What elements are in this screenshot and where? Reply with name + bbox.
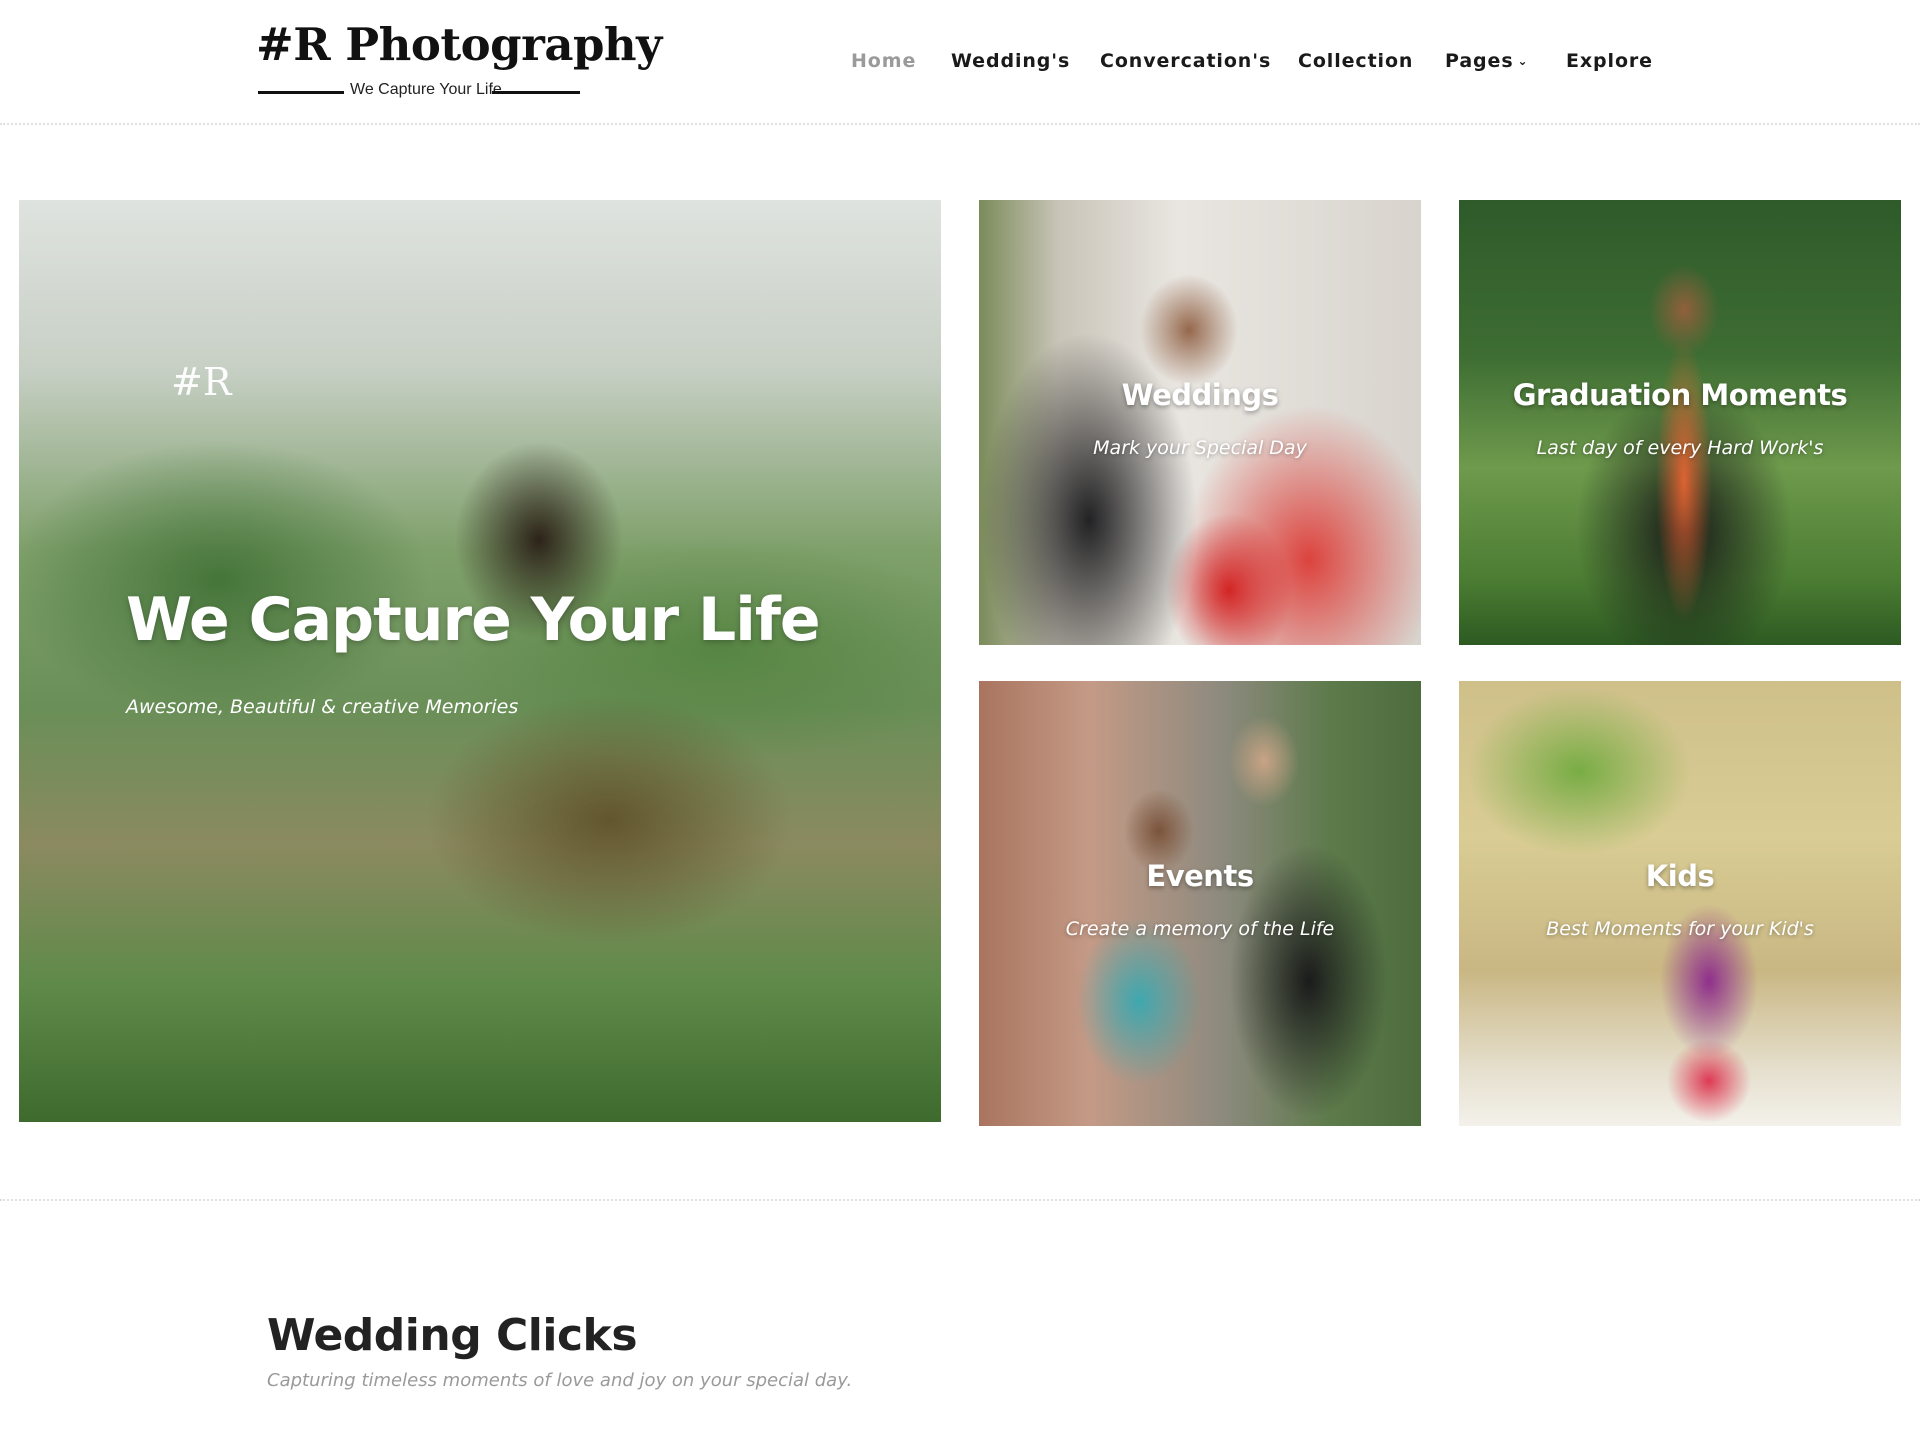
header-divider <box>0 123 1920 125</box>
tile-subtitle: Create a memory of the Life <box>1065 918 1335 940</box>
hero-banner[interactable]: #R We Capture Your Life Awesome, Beautif… <box>19 200 941 1122</box>
tile-subtitle: Last day of every Hard Work's <box>1536 437 1824 459</box>
nav-pages-label: Pages <box>1445 50 1514 72</box>
nav-weddings[interactable]: Wedding's <box>951 50 1070 72</box>
site-header: #R Photography We Capture Your Life Home… <box>0 0 1920 124</box>
section-title: Wedding Clicks <box>267 1310 638 1361</box>
tile-title: Events <box>1146 859 1254 893</box>
nav-collection[interactable]: Collection <box>1298 50 1413 72</box>
section-divider <box>0 1199 1920 1201</box>
tile-title: Kids <box>1645 859 1715 893</box>
nav-explore[interactable]: Explore <box>1566 50 1653 72</box>
category-tile-kids[interactable]: Kids Best Moments for your Kid's <box>1459 681 1901 1126</box>
hero-subtitle: Awesome, Beautiful & creative Memories <box>126 696 519 718</box>
section-subtitle: Capturing timeless moments of love and j… <box>267 1370 853 1391</box>
nav-convercations[interactable]: Convercation's <box>1100 50 1271 72</box>
nav-home[interactable]: Home <box>851 50 916 72</box>
category-tile-weddings[interactable]: Weddings Mark your Special Day <box>979 200 1421 645</box>
category-tile-events[interactable]: Events Create a memory of the Life <box>979 681 1421 1126</box>
tile-title: Weddings <box>1121 378 1279 412</box>
tile-subtitle: Best Moments for your Kid's <box>1546 918 1814 940</box>
logo-line-right <box>492 91 580 94</box>
site-logo[interactable]: #R Photography We Capture Your Life <box>256 18 662 100</box>
tile-subtitle: Mark your Special Day <box>1093 437 1307 459</box>
logo-title: #R Photography <box>256 18 662 71</box>
logo-tagline: We Capture Your Life <box>350 81 502 98</box>
chevron-down-icon: ⌄ <box>1517 54 1529 68</box>
category-tile-graduation[interactable]: Graduation Moments Last day of every Har… <box>1459 200 1901 645</box>
hero-title: We Capture Your Life <box>126 585 821 655</box>
nav-pages[interactable]: Pages ⌄ <box>1445 50 1529 72</box>
tile-title: Graduation Moments <box>1512 378 1848 412</box>
logo-line-left <box>258 91 344 94</box>
hero-watermark: #R <box>171 360 232 404</box>
